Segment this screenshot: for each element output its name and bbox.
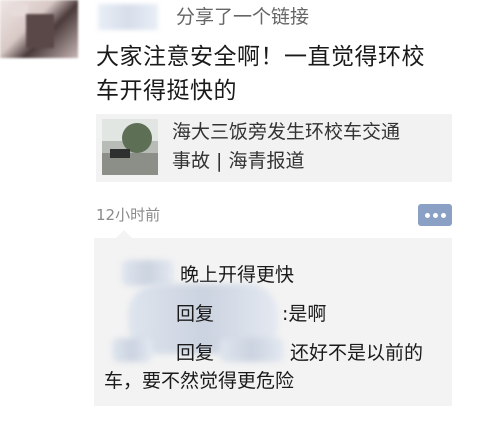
shared-link-card[interactable]: 海大三饭旁发生环校车交通 事故 | 海青报道 [96,114,452,182]
commenter-name-redacted[interactable] [112,338,152,362]
post-text-line: 车开得挺快的 [96,78,237,104]
avatar-detail [26,14,54,48]
reply-label: 回复 [176,303,215,325]
more-dots-icon[interactable] [418,204,452,226]
link-title: 海大三饭旁发生环校车交通 事故 | 海青报道 [172,118,448,176]
reply-target-redacted[interactable] [220,338,284,362]
post-text-line: 大家注意安全啊！一直觉得环校 [96,44,425,70]
comment-text-continued: 车，要不然觉得更危险 [104,370,295,392]
reply-label: 回复 [176,342,215,364]
link-title-line: 事故 | 海青报道 [172,150,305,172]
avatar[interactable] [0,0,78,58]
username-redacted[interactable] [98,4,158,30]
comment-text: 晚上开得更快 [180,264,295,286]
commenter-name-redacted[interactable] [122,260,174,286]
share-label: 分享了一个链接 [176,6,310,28]
post-text: 大家注意安全啊！一直觉得环校 车开得挺快的 [96,40,466,108]
link-thumbnail [102,119,158,175]
comment-text: :是啊 [282,303,327,325]
post-timestamp: 12小时前 [96,206,161,224]
comment-section: 晚上开得更快 回复 :是啊 回复 还好不是以前的 车，要不然觉得更危险 [94,230,452,406]
comment-text: 还好不是以前的 [290,342,424,364]
link-title-line: 海大三饭旁发生环校车交通 [172,121,401,143]
